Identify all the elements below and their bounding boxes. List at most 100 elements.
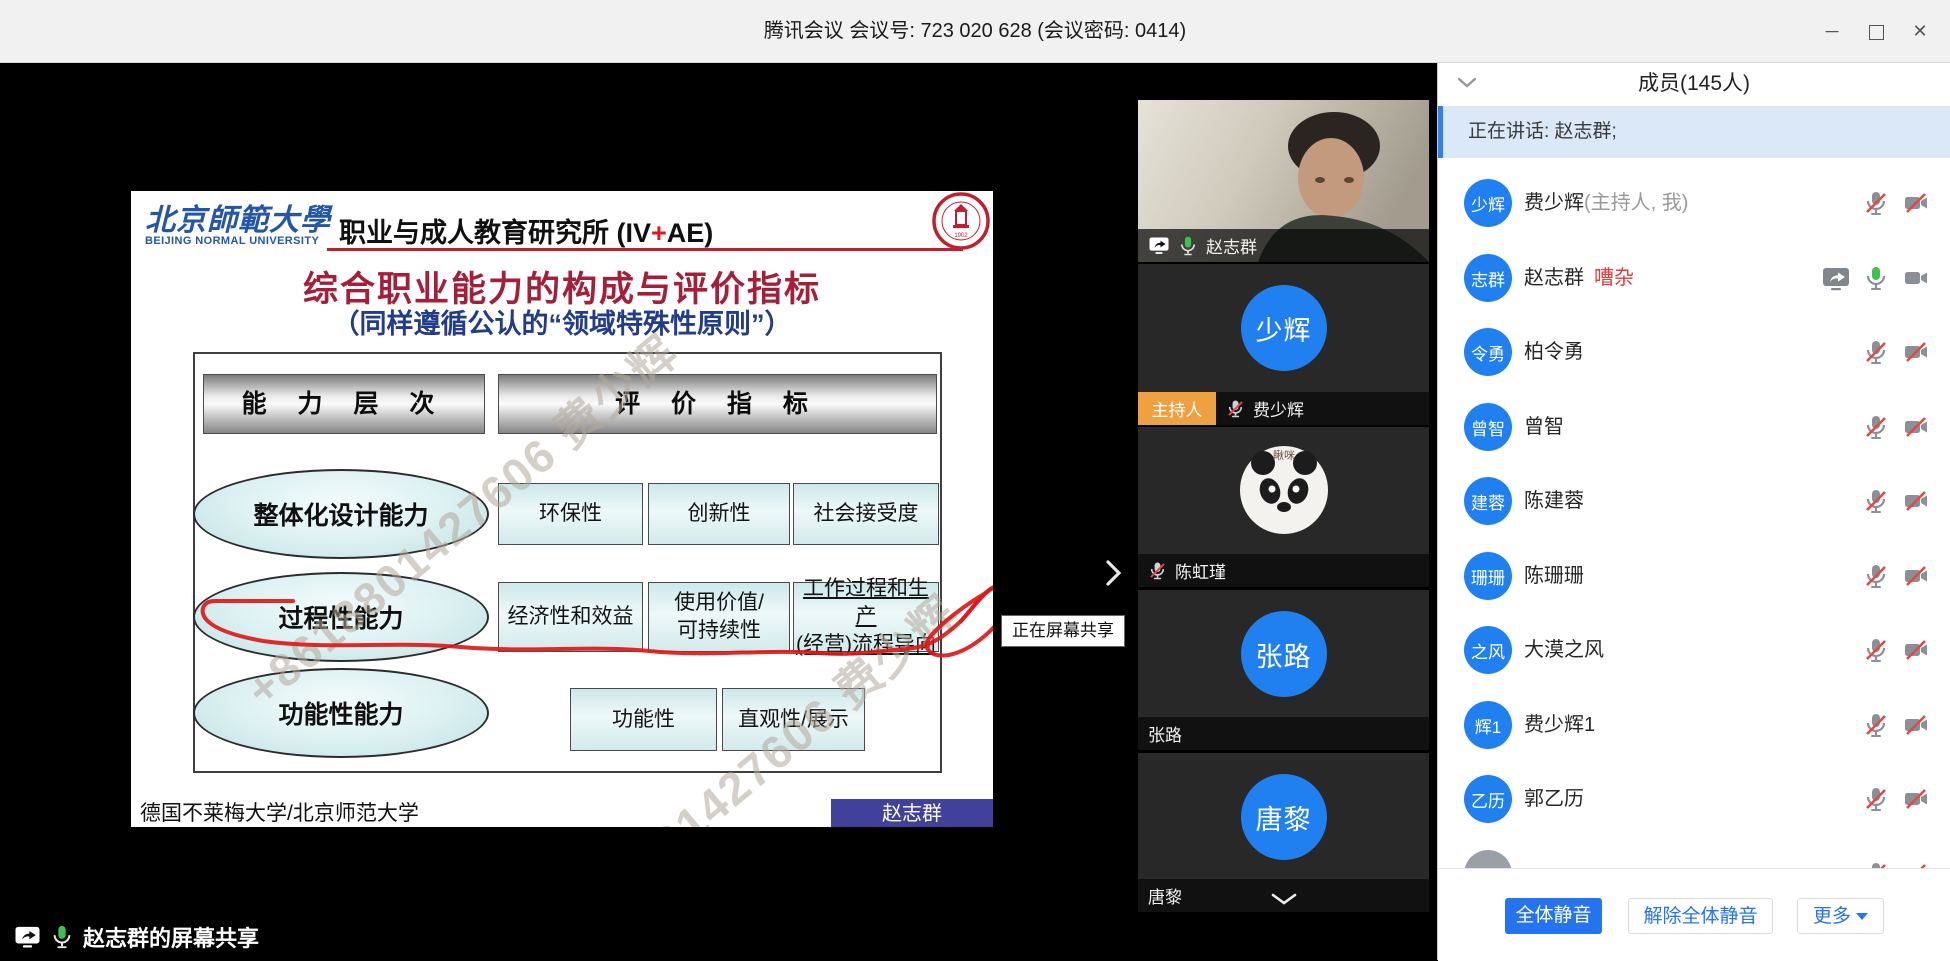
camera-off-icon[interactable] [1903,712,1929,738]
mic-off-icon[interactable] [1863,488,1889,514]
sharing-tooltip: 正在屏幕共享 [1001,615,1125,647]
mic-on-icon [50,924,74,950]
criteria-box: 创新性 [648,483,790,545]
video-tile-chenhongjin[interactable]: 瞅咪 陈虹瑾 [1138,427,1429,587]
avatar: 乙历 [1464,775,1512,823]
screen-share-icon[interactable] [1821,265,1851,291]
ellipse-row2: 过程性能力 [193,572,489,662]
speaking-now-text: 正在讲话: 赵志群; [1468,106,1617,158]
camera-off-icon[interactable] [1903,488,1929,514]
svg-text:1902: 1902 [954,233,968,239]
member-row[interactable]: 建蓉 陈建蓉 [1438,464,1950,538]
avatar: 辉1 [1464,701,1512,749]
avatar: 少辉 [1464,179,1512,227]
avatar: 唐黎 [1241,774,1327,860]
member-name: 费少辉 [1524,192,1584,214]
mic-off-icon[interactable] [1863,786,1889,812]
shared-slide: 北京師範大學 BEIJING NORMAL UNIVERSITY 职业与成人教育… [131,191,993,827]
participant-name: 赵志群 [1206,233,1257,258]
video-tile-tangli[interactable]: 唐黎 唐黎 [1138,753,1429,912]
member-name: 郭乙历 [1524,788,1584,810]
share-status-bar: 赵志群的屏幕共享 [14,921,259,953]
camera-off-icon[interactable] [1903,786,1929,812]
member-name: 赵志群 [1524,267,1584,289]
avatar: 之风 [1464,626,1512,674]
member-row[interactable]: 志群 赵志群嘈杂 [1438,241,1950,315]
maximize-icon[interactable] [1854,0,1898,62]
column-header-ability: 能 力 层 次 [203,374,485,434]
title-bar: 腾讯会议 会议号: 723 020 628 (会议密码: 0414) ─ ✕ [0,0,1950,63]
mic-off-icon[interactable] [1863,339,1889,365]
camera-on-icon[interactable] [1903,265,1929,291]
participant-name: 费少辉 [1253,396,1304,421]
video-tile-zhaozhiqun[interactable]: 赵志群 [1138,100,1429,262]
participant-name: 张路 [1148,721,1182,746]
member-name: 曾智 [1524,416,1564,438]
mic-on-icon [1178,236,1198,256]
column-header-criteria: 评 价 指 标 [498,374,937,434]
criteria-box: 工作过程和生产(经营)流程导向 [793,582,939,652]
video-tile-feishaohui[interactable]: 少辉 主持人 费少辉 [1138,264,1429,425]
member-row[interactable]: 之风 大漠之风 [1438,613,1950,687]
member-row[interactable]: 乙历 郭乙历 [1438,762,1950,836]
member-name: 大漠之风 [1524,639,1604,661]
member-row[interactable]: 少辉 费少辉(主持人, 我) [1438,166,1950,240]
avatar: 曾智 [1464,403,1512,451]
more-button[interactable]: 更多 [1797,898,1884,934]
criteria-box: 使用价值/可持续性 [648,582,790,652]
participant-name: 唐黎 [1148,883,1182,908]
member-panel-footer: 全体静音 解除全体静音 更多 [1438,868,1950,961]
tile-label: 张路 [1138,717,1429,750]
member-name: 陈珊珊 [1524,565,1584,587]
mic-off-icon [1148,561,1167,580]
member-panel: 成员(145人) 正在讲话: 赵志群; 少辉 费少辉(主持人, 我) 志群 赵志… [1437,62,1950,960]
member-role-suffix: (主持人, 我) [1584,192,1688,214]
panel-collapse-chevron-down-icon[interactable] [1456,76,1478,89]
slide-footer-affiliation: 德国不莱梅大学/北京师范大学 [140,797,419,827]
member-row[interactable]: 曾智 曾智 [1438,390,1950,464]
camera-off-icon[interactable] [1903,563,1929,589]
speaking-now-bar: 正在讲话: 赵志群; [1438,106,1950,158]
mic-off-icon[interactable] [1863,190,1889,216]
member-row[interactable]: 珊珊 陈珊珊 [1438,539,1950,613]
share-status-text: 赵志群的屏幕共享 [83,921,259,953]
minimize-icon[interactable]: ─ [1810,0,1854,62]
mic-off-icon[interactable] [1863,414,1889,440]
mic-off-icon[interactable] [1863,712,1889,738]
slide-footer-author: 赵志群 [831,799,993,827]
member-row[interactable]: 辉1 费少辉1 [1438,688,1950,762]
close-icon[interactable]: ✕ [1898,0,1942,62]
camera-off-icon[interactable] [1903,414,1929,440]
screen-share-stage: 北京師範大學 BEIJING NORMAL UNIVERSITY 职业与成人教育… [0,62,1437,960]
mic-off-icon[interactable] [1863,637,1889,663]
bnu-logo: 北京師範大學 [145,195,331,239]
camera-off-icon[interactable] [1903,637,1929,663]
panel-collapse-chevron-icon[interactable] [1104,558,1124,588]
tile-label: 费少辉 [1216,392,1429,425]
meeting-title: 腾讯会议 会议号: 723 020 628 (会议密码: 0414) [0,0,1950,62]
speaking-accent [1438,106,1443,158]
criteria-box: 直观性/展示 [722,688,865,751]
video-tile-zhanglu[interactable]: 张路 张路 [1138,590,1429,750]
member-name: 陈建蓉 [1524,490,1584,512]
host-badge: 主持人 [1138,392,1216,425]
member-name: 费少辉1 [1524,714,1595,736]
member-row[interactable]: 令勇 柏令勇 [1438,315,1950,389]
noisy-tag: 嘈杂 [1594,267,1634,289]
camera-off-icon[interactable] [1903,339,1929,365]
institute-title: 职业与成人教育研究所 (IV+AE) [339,211,713,250]
member-name: 柏令勇 [1524,341,1584,363]
camera-off-icon[interactable] [1903,190,1929,216]
unmute-all-button[interactable]: 解除全体静音 [1628,898,1773,934]
screen-share-icon [14,925,41,949]
avatar: 志群 [1464,254,1512,302]
avatar: 建蓉 [1464,477,1512,525]
mic-off-icon[interactable] [1863,563,1889,589]
panda-photo-avatar: 瞅咪 [1239,445,1329,535]
mute-all-button[interactable]: 全体静音 [1505,898,1602,934]
mic-on-icon[interactable] [1863,265,1889,291]
avatar: 少辉 [1241,285,1327,371]
tiles-collapse-chevron-icon[interactable] [1269,892,1299,906]
member-count-title: 成员(145人) [1438,62,1950,106]
ellipse-row1: 整体化设计能力 [193,469,489,559]
